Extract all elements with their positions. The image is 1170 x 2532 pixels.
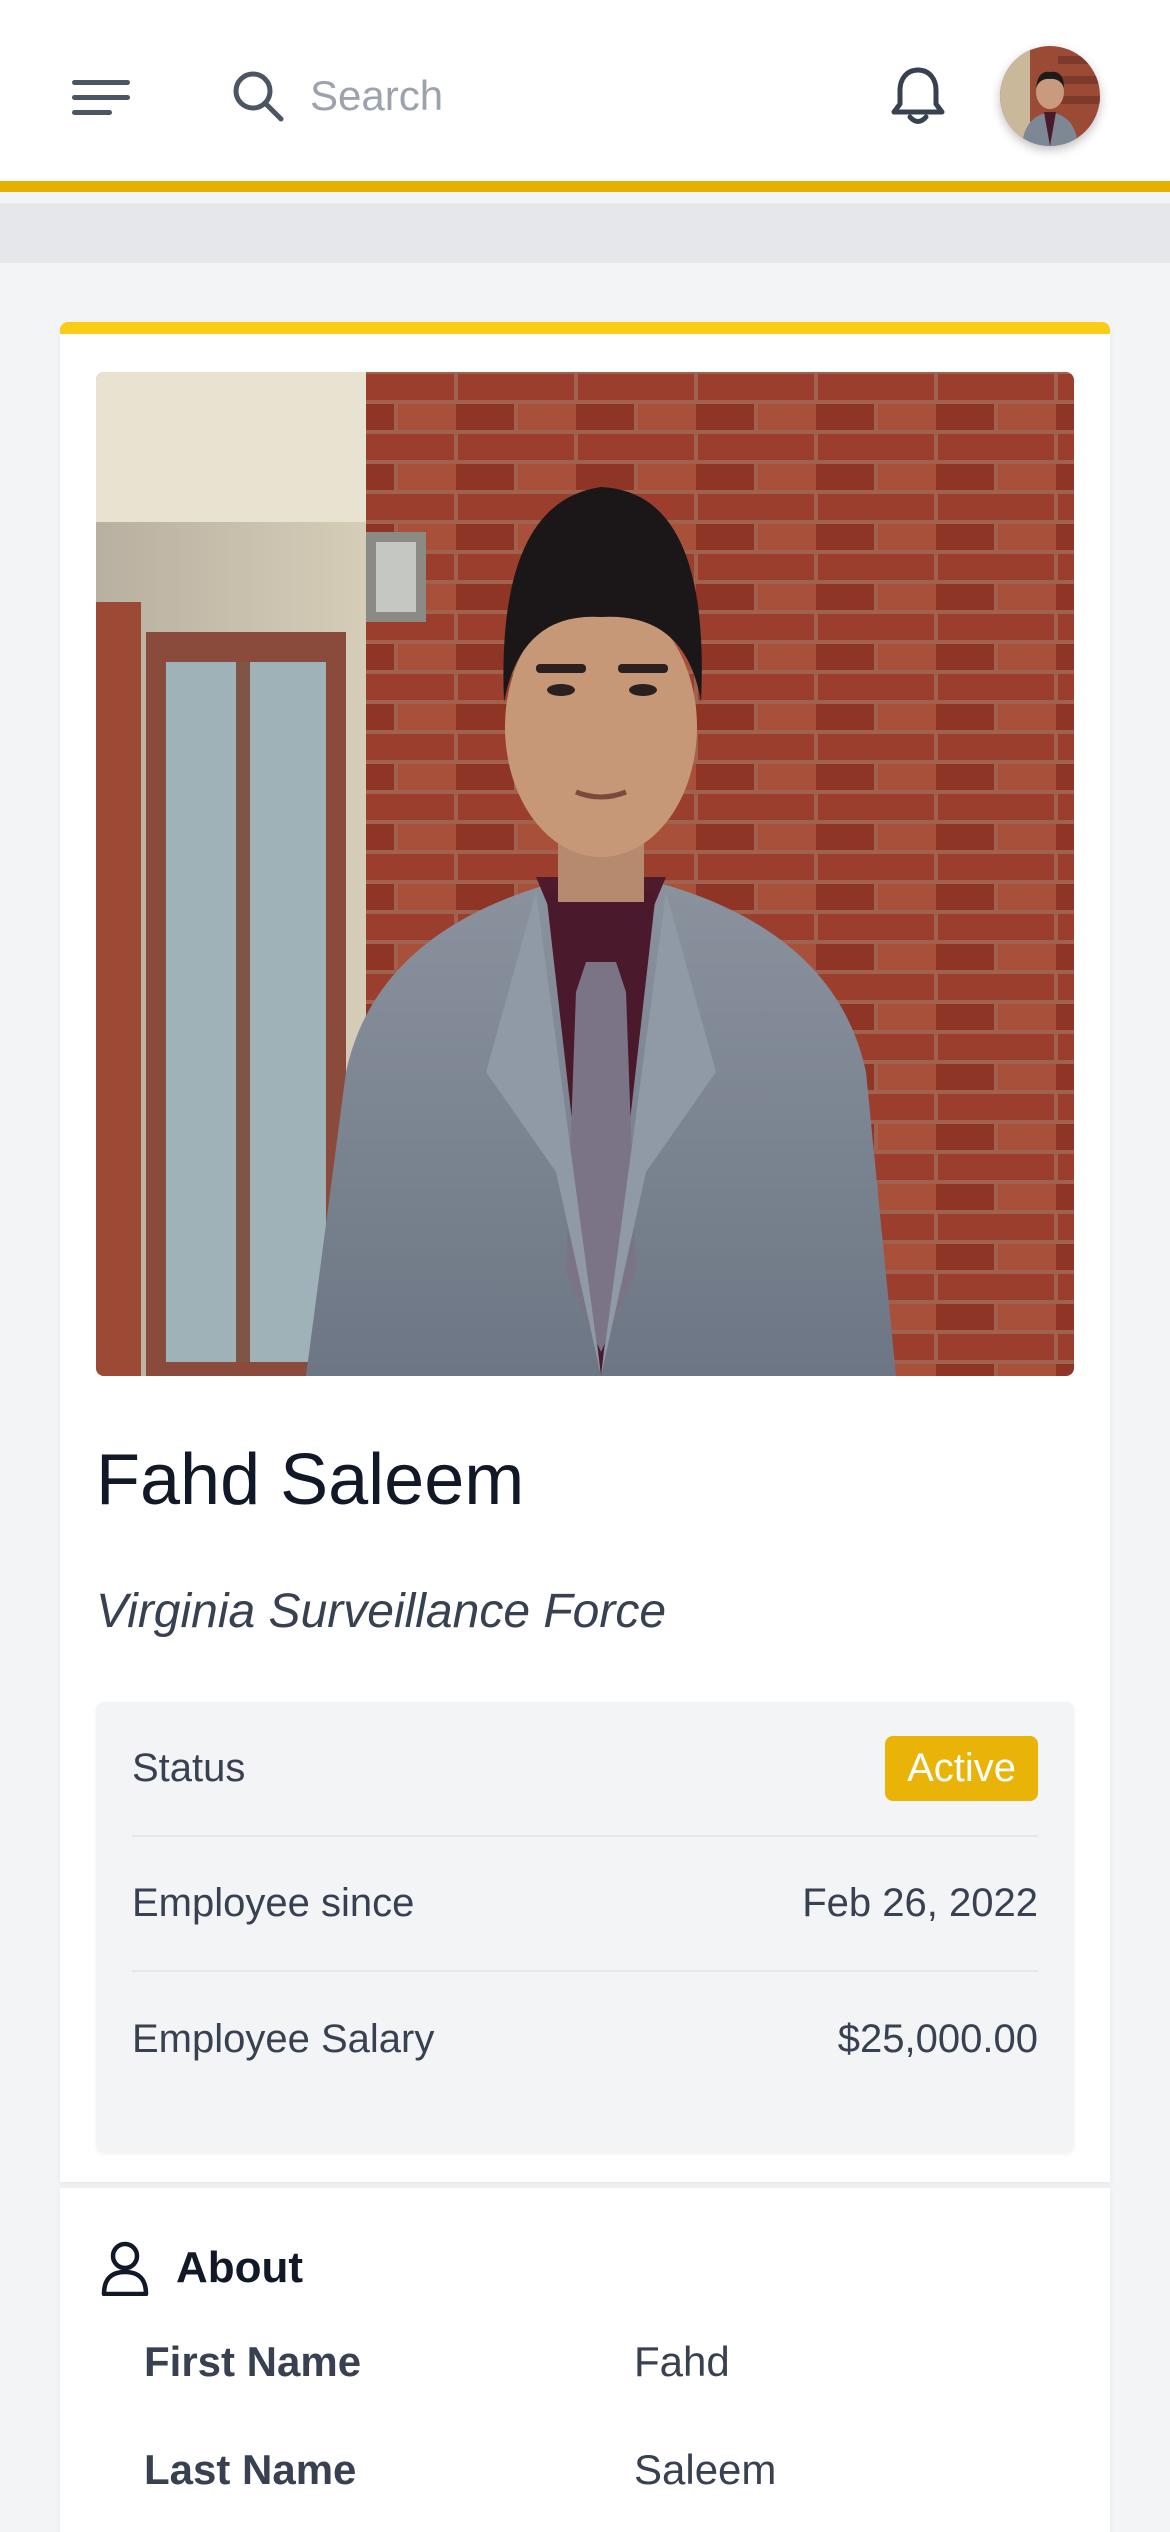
bell-icon[interactable] [882, 60, 954, 132]
menu-line [72, 109, 112, 115]
about-title: About [176, 2243, 304, 2292]
employee-name: Fahd Saleem [96, 1440, 525, 1520]
user-icon [101, 2241, 149, 2296]
menu-icon[interactable] [72, 62, 142, 132]
search-input[interactable] [310, 60, 810, 132]
detail-row-status: Status Active [132, 1702, 1038, 1837]
status-badge: Active [885, 1736, 1038, 1801]
detail-value: Feb 26, 2022 [802, 1881, 1038, 1925]
user-avatar[interactable] [1000, 46, 1100, 146]
company-name: Virginia Surveillance Force [96, 1585, 667, 1638]
about-value: Saleem [634, 2446, 777, 2493]
menu-line [72, 79, 130, 85]
about-label: First Name [144, 2338, 362, 2385]
detail-row-employee-since: Employee since Feb 26, 2022 [132, 1837, 1038, 1972]
about-value: Fahd [634, 2338, 730, 2385]
detail-label: Employee Salary [132, 2017, 435, 2061]
detail-row-salary: Employee Salary $25,000.00 [132, 1972, 1038, 2107]
profile-photo [96, 372, 1074, 1376]
detail-label: Status [132, 1746, 246, 1790]
detail-value: $25,000.00 [837, 2017, 1038, 2061]
top-navigation-bar [0, 0, 1170, 192]
profile-card: Fahd Saleem Virginia Surveillance Force … [60, 322, 1110, 2182]
about-row-last-name: Last Name Saleem [144, 2446, 1044, 2494]
about-header: About [100, 2240, 303, 2296]
employee-details-panel: Status Active Employee since Feb 26, 202… [96, 1702, 1074, 2152]
about-label: Last Name [144, 2446, 357, 2493]
search-icon [233, 71, 284, 122]
about-card: About First Name Fahd Last Name Saleem [60, 2188, 1110, 2532]
sub-header-strip [0, 203, 1170, 263]
about-row-first-name: First Name Fahd [144, 2338, 1044, 2386]
menu-line [72, 94, 130, 100]
detail-label: Employee since [132, 1881, 415, 1925]
